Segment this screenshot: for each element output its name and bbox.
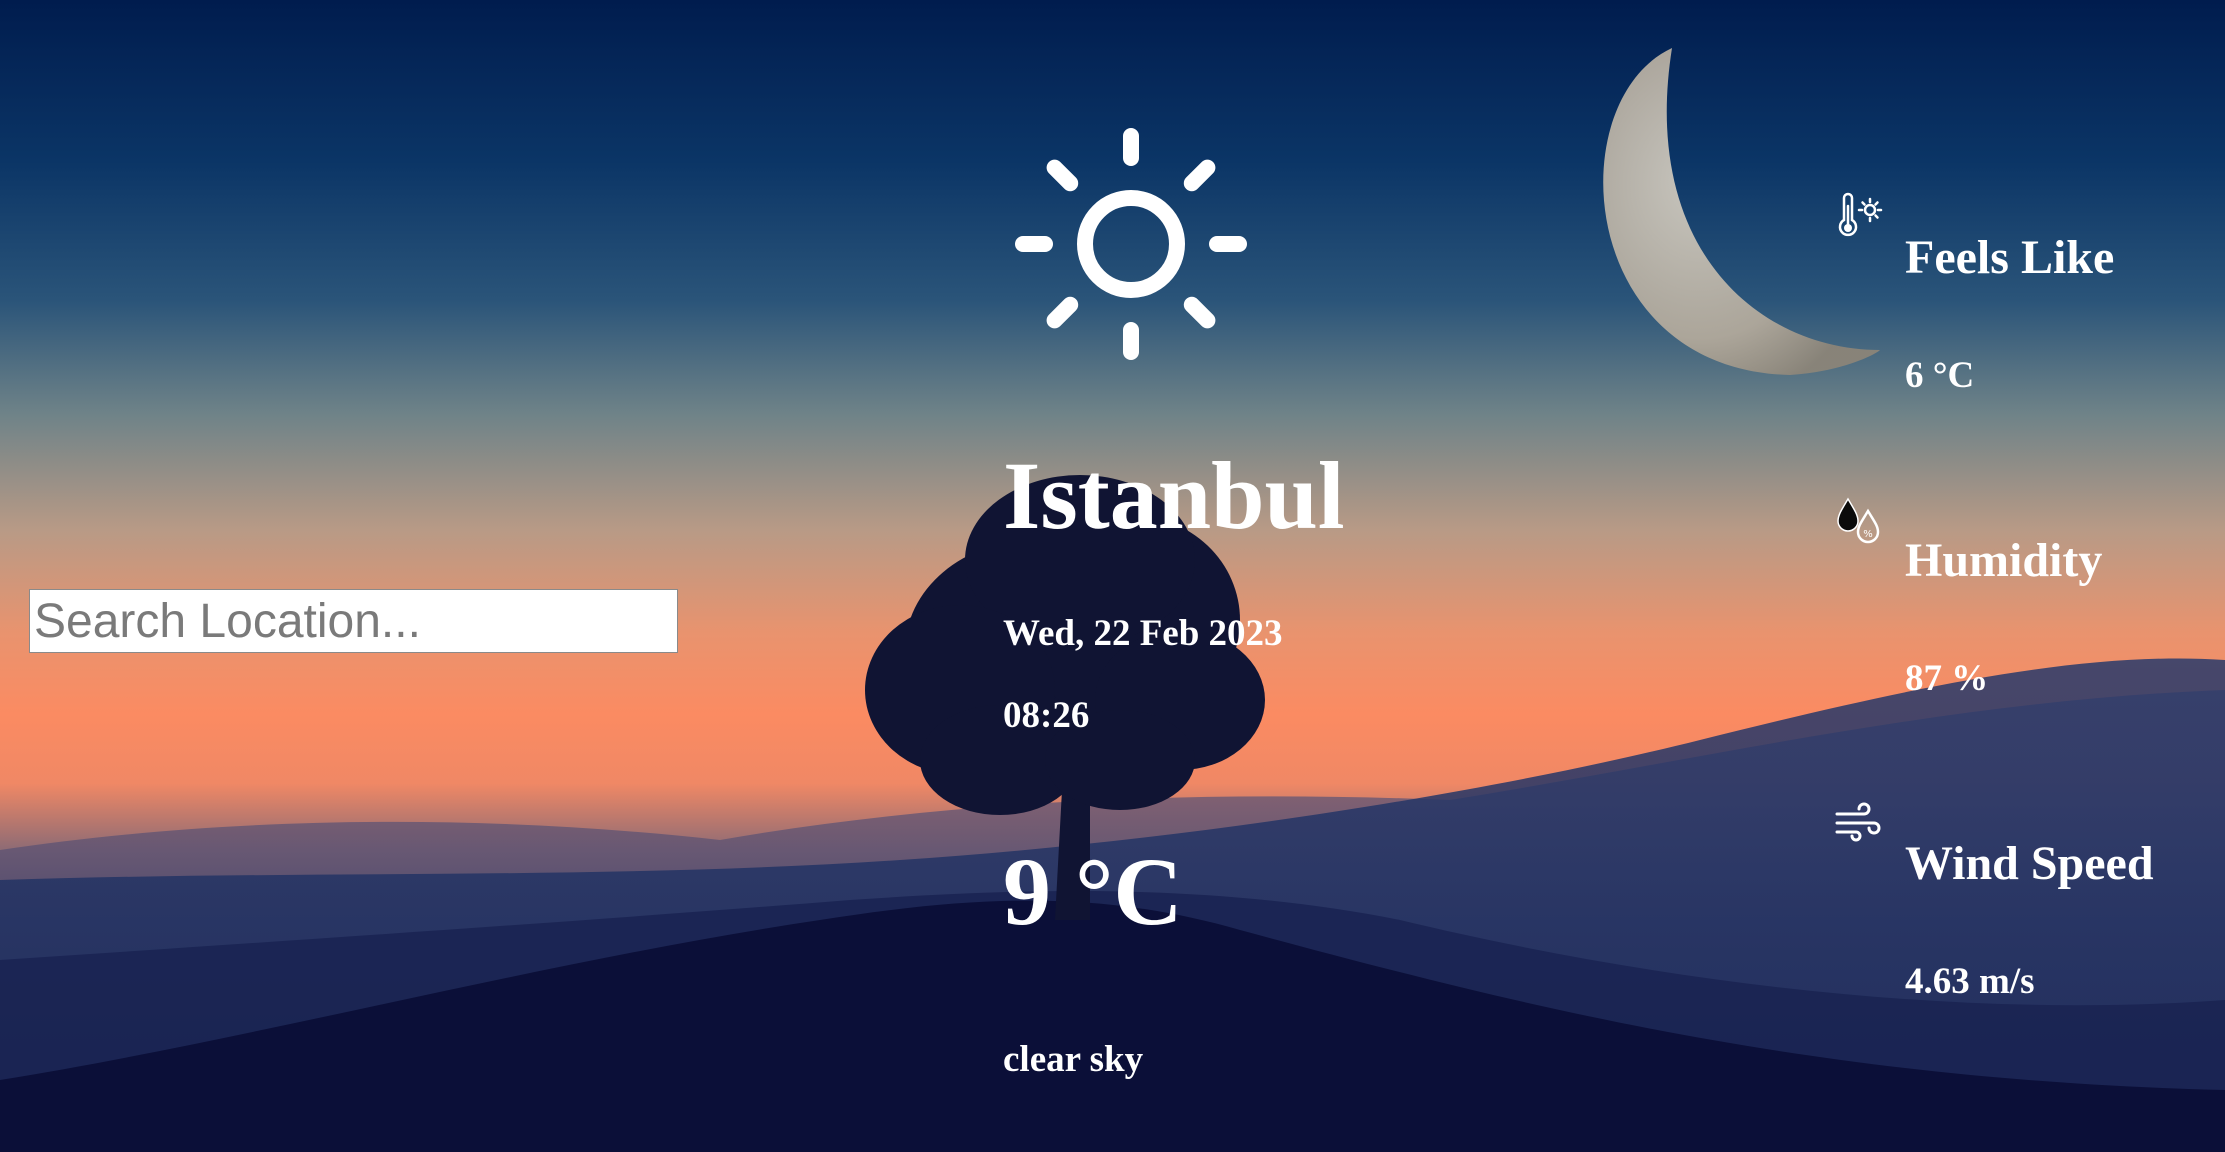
current-date: Wed, 22 Feb 2023 <box>1003 613 1283 654</box>
wind-speed-value: 4.63 m/s <box>1905 961 2035 1002</box>
humidity-drops-icon: % <box>1837 497 1880 544</box>
wind-speed-label: Wind Speed <box>1905 837 2154 890</box>
feels-like-value: 6 °C <box>1905 355 1975 396</box>
current-time: 08:26 <box>1003 695 1090 736</box>
humidity-value: 87 % <box>1905 658 1989 699</box>
wind-icon <box>1835 802 1881 842</box>
thermometer-sun-icon <box>1838 192 1883 237</box>
current-temperature: 9 °C <box>1003 838 1183 945</box>
humidity-label: Humidity <box>1905 534 2103 587</box>
search-input[interactable] <box>29 589 678 653</box>
city-name: Istanbul <box>1003 442 1345 549</box>
feels-like-label: Feels Like <box>1905 231 2115 284</box>
sun-icon <box>1015 128 1247 360</box>
svg-text:%: % <box>1863 529 1873 540</box>
weather-description: clear sky <box>1003 1039 1144 1080</box>
